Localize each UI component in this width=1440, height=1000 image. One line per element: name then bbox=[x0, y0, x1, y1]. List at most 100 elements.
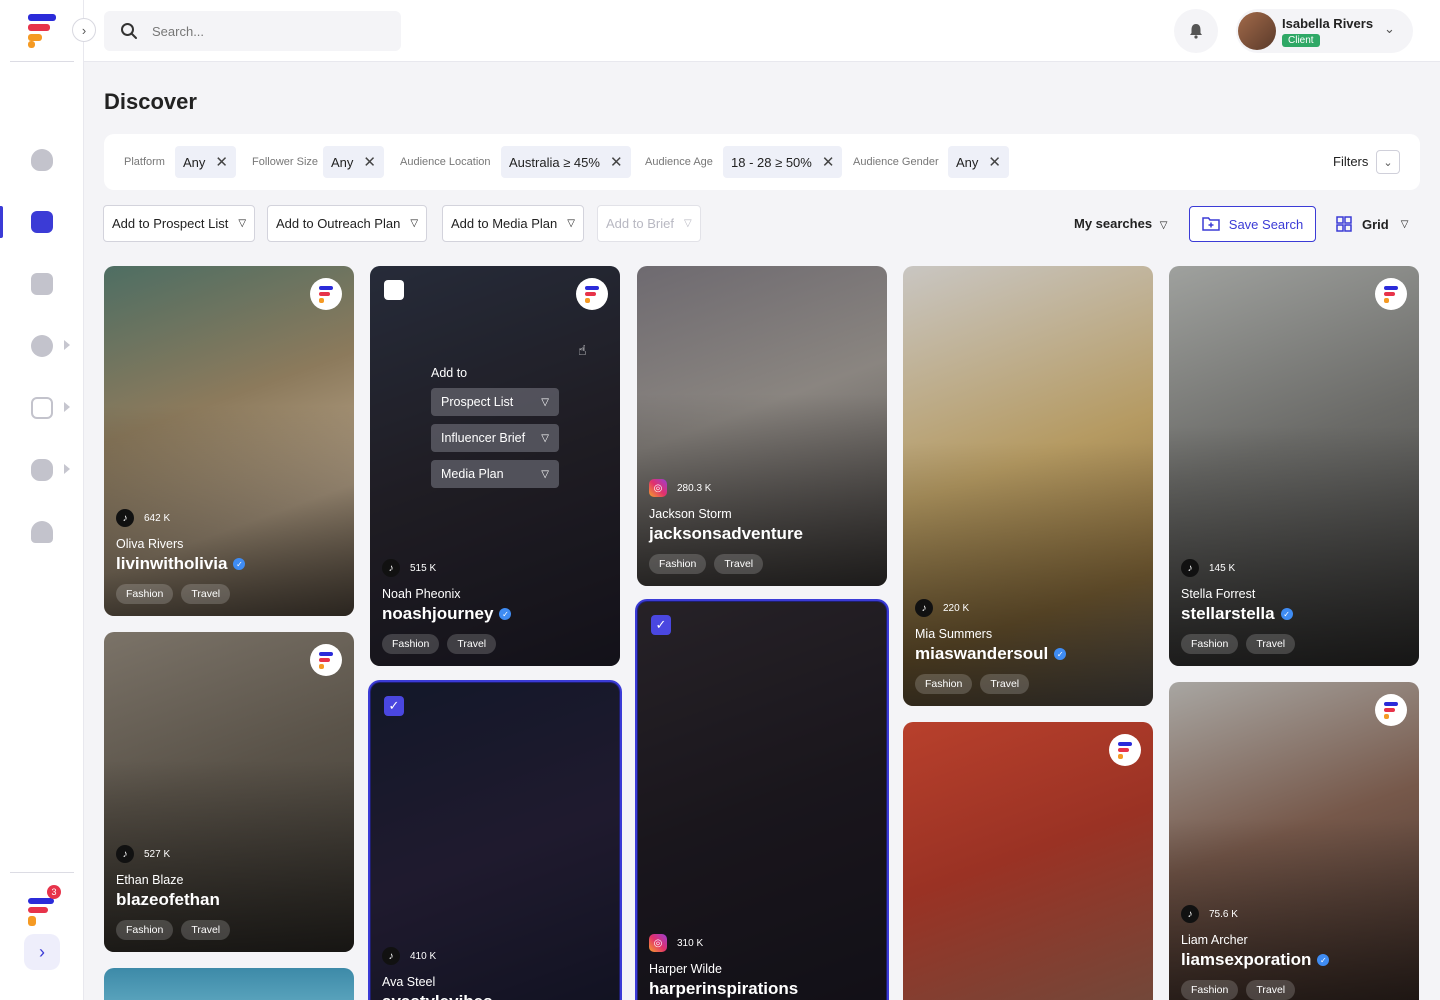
verified-icon: ✓ bbox=[1317, 954, 1330, 966]
tag: Fashion bbox=[382, 634, 440, 654]
select-checkbox-checked[interactable]: ✓ bbox=[651, 615, 671, 635]
follower-count: 280.3 K bbox=[677, 482, 712, 494]
filters-button[interactable]: Filters bbox=[1333, 154, 1368, 169]
creator-card-selected[interactable]: ✓ ♪ 410 K Ava Steel avastylevibes bbox=[368, 680, 622, 1000]
filter-label-audience-age: Audience Age bbox=[645, 156, 713, 168]
card-info: ◎ 280.3 K Jackson Storm jacksonsadventure… bbox=[649, 479, 875, 586]
creator-card[interactable]: ♪ 642 K Oliva Rivers livinwitholivia ✓ Fas… bbox=[104, 266, 354, 616]
add-to-outreach-plan-button[interactable]: Add to Outreach Plan ▽ bbox=[267, 205, 428, 242]
tag: Fashion bbox=[915, 674, 973, 694]
creator-handle[interactable]: blazeofethan bbox=[116, 890, 220, 910]
caret-right-icon bbox=[64, 340, 70, 350]
compass-icon bbox=[31, 335, 53, 357]
close-icon[interactable]: ✕ bbox=[988, 153, 1001, 171]
creator-card[interactable]: ♪ 527 K Ethan Blaze blazeofethan Fashion T… bbox=[104, 632, 354, 952]
creator-card[interactable]: ♪ 145 K Stella Forrest stellarstella ✓ Fas… bbox=[1169, 266, 1419, 666]
select-checkbox-checked[interactable]: ✓ bbox=[384, 696, 404, 716]
close-icon[interactable]: ✕ bbox=[363, 153, 376, 171]
add-to-media-plan-button[interactable]: Add to Media Plan ▽ bbox=[442, 205, 584, 242]
sidebar-item-files[interactable] bbox=[0, 264, 84, 304]
bell-icon bbox=[1190, 24, 1202, 39]
dropdown-label: Influencer Brief bbox=[441, 431, 526, 445]
add-to-prospect-list-button[interactable]: Add to Prospect List ▽ bbox=[103, 205, 256, 242]
brand-logo bbox=[310, 278, 342, 310]
creator-name: Ethan Blaze bbox=[116, 873, 184, 887]
collapse-toggle-button[interactable]: › bbox=[72, 18, 96, 42]
sidebar-item-explore[interactable] bbox=[0, 326, 84, 366]
sidebar-item-discover[interactable] bbox=[0, 202, 84, 242]
filter-chip-follower-size[interactable]: Any ✕ bbox=[323, 146, 384, 178]
select-checkbox[interactable] bbox=[384, 280, 404, 300]
filter-chip-audience-gender[interactable]: Any ✕ bbox=[948, 146, 1009, 178]
close-icon[interactable]: ✕ bbox=[215, 153, 228, 171]
filter-chip-audience-age[interactable]: 18 - 28 ≥ 50% ✕ bbox=[723, 146, 843, 178]
chevron-down-icon: ▽ bbox=[541, 468, 549, 480]
notifications-button[interactable] bbox=[1174, 9, 1218, 53]
filter-value: Any bbox=[183, 154, 206, 170]
add-to-media-plan-dropdown[interactable]: Media Plan ▽ bbox=[431, 460, 559, 488]
creator-handle[interactable]: miaswandersoul bbox=[915, 644, 1048, 664]
filter-label-platform: Platform bbox=[124, 156, 165, 168]
filter-value: Any bbox=[331, 154, 354, 170]
follower-count: 410 K bbox=[410, 950, 437, 962]
creator-handle[interactable]: harperinspirations bbox=[649, 979, 798, 999]
chevron-down-icon: ⌄ bbox=[1383, 156, 1393, 169]
filter-label-follower-size: Follower Size bbox=[252, 156, 319, 168]
sidebar-item-security[interactable] bbox=[0, 450, 84, 490]
sidebar-item-notifications[interactable] bbox=[0, 512, 84, 552]
button-label: Save Search bbox=[1228, 216, 1304, 232]
creator-card[interactable]: ◎ 280.3 K Jackson Storm jacksonsadventure… bbox=[637, 266, 887, 586]
card-info: ♪ 220 K Mia Summers miaswandersoul ✓ Fashi… bbox=[915, 599, 1141, 706]
creator-name: Noah Pheonix bbox=[382, 587, 461, 601]
close-icon[interactable]: ✕ bbox=[610, 153, 623, 171]
sidebar-item-dashboard[interactable] bbox=[0, 140, 84, 180]
button-label: Add to Prospect List bbox=[112, 216, 229, 231]
creator-card[interactable]: ♪ 75.6 K Liam Archer liamsexporation ✓ Fas… bbox=[1169, 682, 1419, 1000]
add-to-influencer-brief-dropdown[interactable]: Influencer Brief ▽ bbox=[431, 424, 559, 452]
add-to-brief-button[interactable]: Add to Brief ▽ bbox=[597, 205, 701, 242]
creator-handle[interactable]: avastylevibes bbox=[382, 992, 493, 1000]
creator-handle[interactable]: noashjourney bbox=[382, 604, 493, 624]
chevron-down-icon: ▽ bbox=[541, 396, 549, 408]
avatar bbox=[1238, 12, 1276, 50]
creator-card[interactable] bbox=[104, 968, 354, 1000]
follower-count: 310 K bbox=[677, 937, 704, 949]
creator-handle[interactable]: livinwitholivia bbox=[116, 554, 227, 574]
view-mode-dropdown[interactable]: Grid ▽ bbox=[1336, 216, 1408, 232]
filters-expand-button[interactable]: ⌄ bbox=[1376, 150, 1400, 174]
notification-count-badge: 3 bbox=[47, 885, 61, 899]
search-input[interactable] bbox=[152, 23, 372, 39]
creator-card[interactable] bbox=[903, 722, 1153, 1000]
tag: Travel bbox=[1246, 634, 1296, 654]
creator-handle[interactable]: stellarstella bbox=[1181, 604, 1275, 624]
add-to-prospect-list-dropdown[interactable]: Prospect List ▽ bbox=[431, 388, 559, 416]
creator-name: Stella Forrest bbox=[1181, 587, 1256, 601]
sidebar-item-workflow[interactable] bbox=[0, 388, 84, 428]
card-info: ♪ 410 K Ava Steel avastylevibes bbox=[382, 947, 608, 1000]
save-search-button[interactable]: Save Search bbox=[1189, 206, 1316, 242]
briefcase-icon bbox=[31, 211, 53, 233]
close-icon[interactable]: ✕ bbox=[822, 153, 835, 171]
caret-right-icon bbox=[64, 402, 70, 412]
follower-count: 145 K bbox=[1209, 562, 1236, 574]
dropdown-label: My searches bbox=[1074, 216, 1153, 231]
tag: Fashion bbox=[649, 554, 707, 574]
tag: Travel bbox=[980, 674, 1030, 694]
my-searches-dropdown[interactable]: My searches ▽ bbox=[1074, 216, 1167, 231]
creator-card[interactable]: ♪ 220 K Mia Summers miaswandersoul ✓ Fashi… bbox=[903, 266, 1153, 706]
user-menu[interactable]: Isabella Rivers Client ⌄ bbox=[1236, 9, 1413, 53]
role-badge: Client bbox=[1282, 34, 1320, 47]
filter-label-audience-location: Audience Location bbox=[400, 156, 491, 168]
creator-handle[interactable]: liamsexporation bbox=[1181, 950, 1311, 970]
top-bar: Isabella Rivers Client ⌄ bbox=[84, 0, 1440, 62]
filter-chip-audience-location[interactable]: Australia ≥ 45% ✕ bbox=[501, 146, 631, 178]
filter-chip-platform[interactable]: Any ✕ bbox=[175, 146, 236, 178]
expand-sidebar-button[interactable]: › bbox=[24, 934, 60, 970]
filter-bar: Platform Any ✕ Follower Size Any ✕ Audienc… bbox=[104, 134, 1420, 190]
brand-logo[interactable] bbox=[28, 14, 56, 48]
creator-card-hovered[interactable]: ☝ Add to Prospect List ▽ Influencer Brief… bbox=[370, 266, 620, 666]
search-box[interactable] bbox=[104, 11, 401, 51]
creator-card-selected[interactable]: ✓ ◎ 310 K Harper Wilde harperinspirations bbox=[635, 599, 889, 1000]
brand-logo bbox=[576, 278, 608, 310]
creator-handle[interactable]: jacksonsadventure bbox=[649, 524, 803, 544]
